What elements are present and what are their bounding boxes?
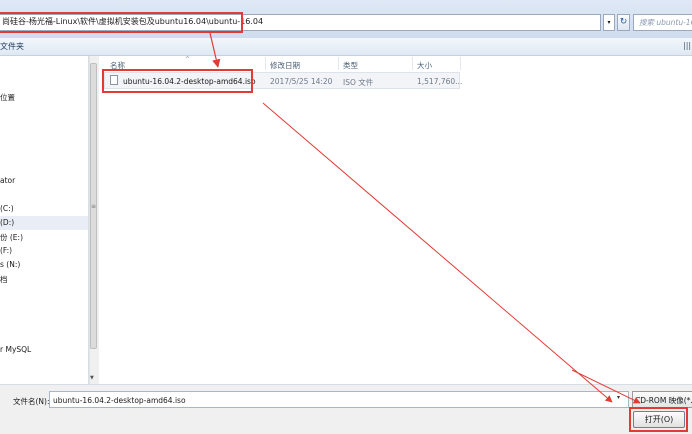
annotation-arrow-file-to-dropdown xyxy=(262,102,613,403)
annotation-arrow-to-open xyxy=(571,369,641,404)
annotation-arrows xyxy=(209,32,641,404)
annotation-arrow-path-to-file xyxy=(209,32,221,68)
